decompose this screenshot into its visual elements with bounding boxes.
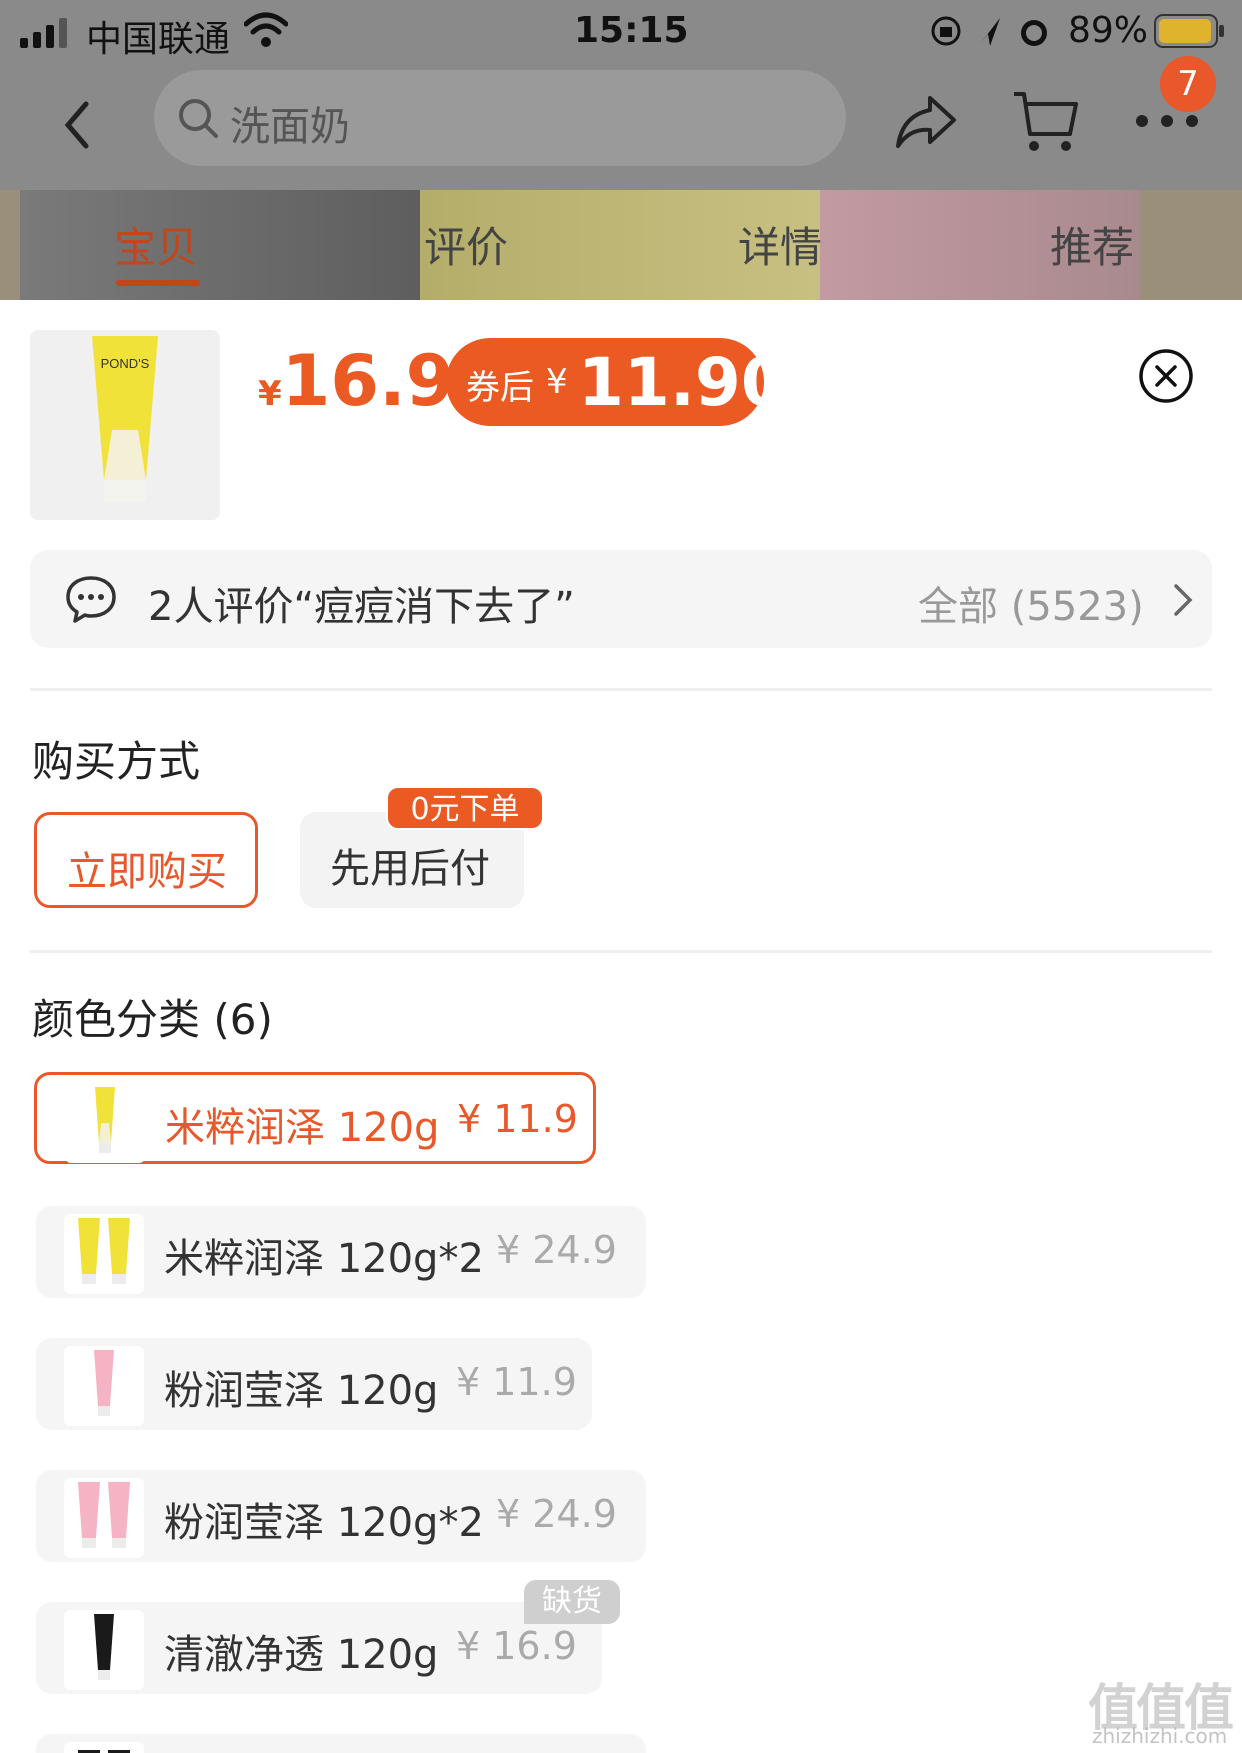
background-page-overlay[interactable]: 中国联通 15:15 89% 洗面奶 7 宝贝 评价 详情 推荐 bbox=[0, 0, 1242, 300]
zero-down-tag: 0元下单 bbox=[386, 786, 544, 830]
color-category-title: 颜色分类 (6) bbox=[32, 995, 273, 1044]
variant-thumbnail bbox=[64, 1214, 144, 1294]
variant-price: ¥ 11.9 bbox=[457, 1097, 578, 1141]
tab-baobei[interactable]: 宝贝 bbox=[114, 214, 198, 275]
variant-name: 粉润莹泽 120g*2 bbox=[164, 1500, 484, 1546]
close-icon[interactable] bbox=[1138, 348, 1194, 404]
chevron-right-icon bbox=[1174, 584, 1193, 616]
coupon-currency: ¥ bbox=[546, 362, 568, 402]
battery-icon bbox=[1154, 14, 1224, 48]
wifi-icon bbox=[244, 12, 288, 47]
tab-reviews[interactable]: 评价 bbox=[424, 214, 508, 275]
product-thumbnail[interactable]: POND'S bbox=[30, 330, 220, 520]
variant-option[interactable]: 粉润莹泽 120g*2 ¥ 24.9 bbox=[36, 1470, 646, 1562]
variant-option[interactable]: 米粹润泽 120g*2 ¥ 24.9 bbox=[36, 1206, 646, 1298]
variant-price: ¥ 24.9 bbox=[496, 1492, 617, 1536]
variant-thumbnail bbox=[64, 1478, 144, 1558]
battery-percent: 89% bbox=[1068, 10, 1149, 51]
clock-time: 15:15 bbox=[574, 10, 689, 51]
variant-option[interactable]: 米粹润泽 120g ¥ 11.9 bbox=[34, 1072, 596, 1164]
review-highlight-text: 2人评价“痘痘消下去了” bbox=[148, 584, 575, 630]
variant-price: ¥ 11.9 bbox=[456, 1360, 577, 1404]
variant-price: ¥ 16.9 bbox=[456, 1624, 577, 1668]
buy-now-label: 立即购买 bbox=[67, 849, 227, 895]
chat-bubble-icon bbox=[66, 576, 116, 623]
status-icons bbox=[931, 16, 1047, 46]
divider bbox=[30, 688, 1212, 691]
product-brand-text: POND'S bbox=[101, 356, 150, 371]
coupon-price: 11.90 bbox=[578, 344, 787, 421]
variant-thumbnail bbox=[65, 1083, 145, 1163]
review-summary-bar[interactable]: 2人评价“痘痘消下去了” 全部 (5523) bbox=[30, 550, 1212, 648]
original-price: ¥16.9 bbox=[258, 340, 454, 422]
search-placeholder: 洗面奶 bbox=[230, 104, 350, 150]
variant-name: 清澈净透 120g bbox=[164, 1632, 439, 1678]
tab-recommend[interactable]: 推荐 bbox=[1050, 214, 1134, 275]
coupon-label: 券后 bbox=[466, 368, 534, 408]
price-currency: ¥ bbox=[258, 374, 282, 414]
variant-name: 米粹润泽 120g*2 bbox=[164, 1236, 484, 1282]
nav-bar: 洗面奶 7 bbox=[0, 56, 1242, 190]
tab-strip: 宝贝 评价 详情 推荐 bbox=[0, 190, 1242, 300]
purchase-method-title: 购买方式 bbox=[32, 737, 201, 786]
price-value: 16.9 bbox=[281, 340, 455, 422]
sku-selection-sheet: POND'S ¥16.9 券后 ¥ 11.90 2人评价“痘痘消下去了” 全部 … bbox=[0, 300, 1242, 1753]
share-icon[interactable] bbox=[894, 92, 958, 152]
search-input[interactable]: 洗面奶 bbox=[154, 70, 846, 166]
active-tab-indicator bbox=[116, 280, 200, 286]
tab-details[interactable]: 详情 bbox=[738, 214, 822, 275]
buy-now-option[interactable]: 立即购买 bbox=[34, 812, 258, 908]
cart-icon[interactable] bbox=[1012, 88, 1080, 154]
cart-badge: 7 bbox=[1160, 56, 1216, 112]
coupon-price-pill: 券后 ¥ 11.90 bbox=[446, 338, 787, 426]
divider bbox=[30, 950, 1212, 953]
variant-name: 粉润莹泽 120g bbox=[164, 1368, 439, 1414]
variant-thumbnail bbox=[64, 1742, 144, 1753]
variant-name: 米粹润泽 120g bbox=[165, 1105, 440, 1151]
product-tube-image: POND'S bbox=[92, 336, 158, 502]
variant-thumbnail bbox=[64, 1346, 144, 1426]
search-icon bbox=[179, 99, 218, 138]
all-reviews-link[interactable]: 全部 (5523) bbox=[918, 574, 1144, 632]
variant-thumbnail bbox=[64, 1610, 144, 1690]
variant-option[interactable]: 清澈净透 120g ¥ 16.9 bbox=[36, 1602, 602, 1694]
variant-price: ¥ 24.9 bbox=[496, 1228, 617, 1272]
carrier-name: 中国联通 bbox=[86, 19, 231, 60]
watermark-url: zhizhizhi.com bbox=[1092, 1724, 1228, 1748]
variant-option[interactable]: 粉润莹泽 120g ¥ 11.9 bbox=[36, 1338, 592, 1430]
banner-image bbox=[20, 190, 420, 300]
back-icon[interactable] bbox=[52, 90, 102, 160]
signal-icon bbox=[20, 18, 67, 48]
variant-option[interactable] bbox=[36, 1734, 646, 1753]
pay-later-label: 先用后付 bbox=[330, 846, 490, 892]
sold-out-tag: 缺货 bbox=[524, 1580, 620, 1624]
status-bar: 中国联通 15:15 89% bbox=[0, 0, 1242, 62]
